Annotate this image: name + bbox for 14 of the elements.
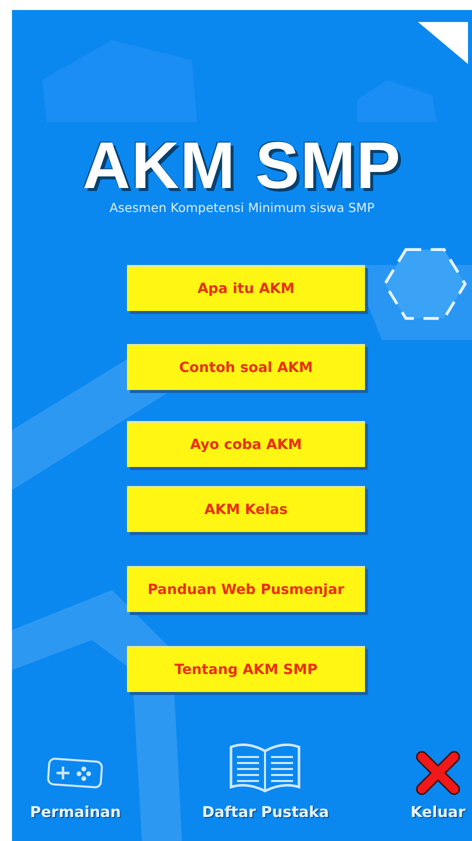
bottom-nav-label[interactable]: Keluar <box>410 803 466 821</box>
open-book-icon <box>227 741 304 795</box>
menu-button[interactable]: Ayo coba AKM <box>127 421 365 467</box>
menu-button[interactable]: AKM Kelas <box>127 486 365 532</box>
app-subtitle: Asesmen Kompetensi Minimum siswa SMP <box>108 200 376 215</box>
corner-triangle-icon[interactable] <box>418 22 468 64</box>
menu-button[interactable]: Panduan Web Pusmenjar <box>127 566 365 612</box>
menu-button[interactable]: Apa itu AKM <box>127 265 365 311</box>
menu-button[interactable]: Contoh soal AKM <box>127 344 365 390</box>
hexagon-icon <box>382 246 468 322</box>
bottom-nav-label[interactable]: Daftar Pustaka <box>202 803 329 821</box>
bottom-nav-label[interactable]: Permainan <box>30 803 121 821</box>
menu-button[interactable]: Tentang AKM SMP <box>127 646 365 692</box>
app-title: AKM SMP <box>82 130 402 200</box>
